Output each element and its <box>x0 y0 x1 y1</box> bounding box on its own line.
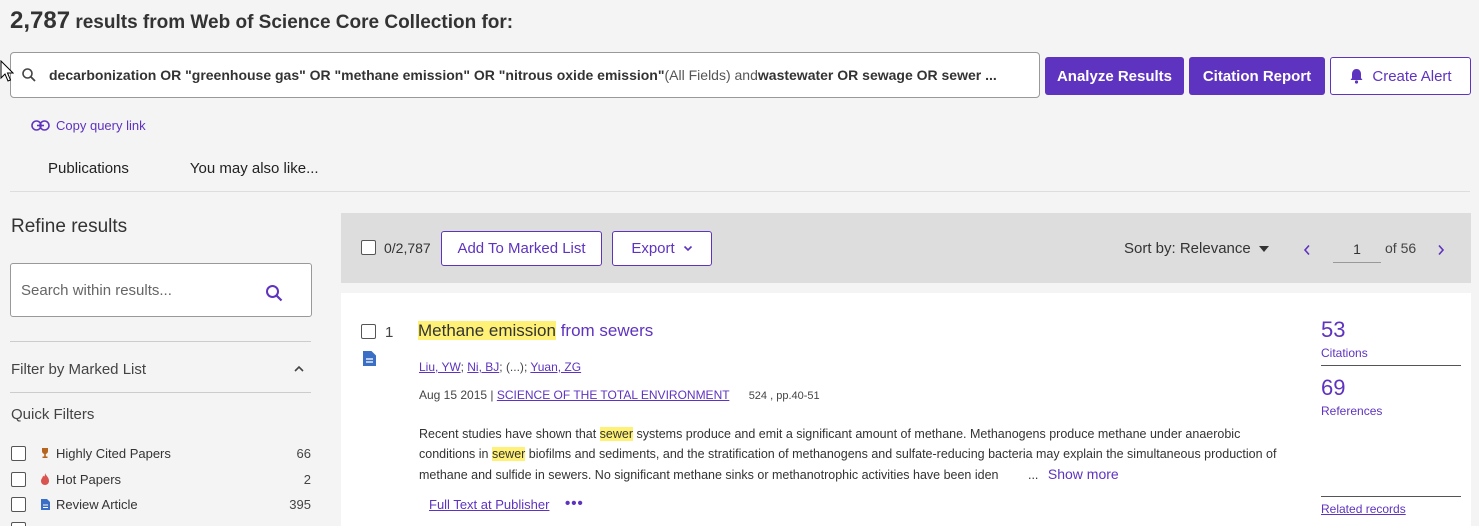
search-icon[interactable] <box>265 284 283 302</box>
query-display[interactable]: decarbonization OR "greenhouse gas" OR "… <box>10 52 1040 98</box>
record-authors: Liu, YW; Ni, BJ; (...); Yuan, ZG <box>419 360 582 374</box>
citations-label[interactable]: Citations <box>1321 346 1368 360</box>
tab-you-may-also-like[interactable]: You may also like... <box>190 160 319 177</box>
export-label: Export <box>631 240 675 257</box>
record-title[interactable]: Methane emission from sewers <box>418 321 653 341</box>
analyze-results-button[interactable]: Analyze Results <box>1045 57 1184 95</box>
document-icon <box>363 351 376 366</box>
query-terms-2: wastewater OR sewage OR sewer ... <box>757 67 997 83</box>
quick-filter-partial[interactable] <box>11 518 311 526</box>
chevron-down-icon <box>683 245 692 252</box>
document-icon <box>36 498 54 511</box>
record-number: 1 <box>385 324 394 341</box>
link-icon <box>31 120 50 131</box>
checkbox[interactable] <box>11 471 26 487</box>
metric-divider <box>1321 496 1461 497</box>
select-all-checkbox[interactable] <box>361 240 376 255</box>
checkbox[interactable] <box>11 521 26 526</box>
results-header: 2,787 results from Web of Science Core C… <box>10 7 513 35</box>
bell-icon <box>1350 69 1363 84</box>
quick-filter-review-article[interactable]: Review Article 395 <box>11 493 311 515</box>
query-field: (All Fields) and <box>664 67 758 83</box>
author-ellipsis: (...) <box>505 360 524 374</box>
sort-label: Sort by: Relevance <box>1124 240 1251 257</box>
abstract-text: Recent studies have shown that <box>419 427 600 441</box>
quick-filter-hot-papers[interactable]: Hot Papers 2 <box>11 468 311 490</box>
results-toolbar: 0/2,787 Add To Marked List Export Sort b… <box>341 213 1471 283</box>
page-number-input[interactable] <box>1333 235 1381 263</box>
show-more-link[interactable]: Show more <box>1048 466 1119 482</box>
query-terms-1: decarbonization OR "greenhouse gas" OR "… <box>49 67 665 83</box>
flame-icon <box>36 472 54 486</box>
result-tabs: Publications You may also like... <box>48 160 319 177</box>
related-records-link[interactable]: Related records <box>1321 502 1406 516</box>
trophy-icon <box>36 447 54 459</box>
filter-marked-label: Filter by Marked List <box>11 361 147 378</box>
chevron-up-icon[interactable] <box>293 365 305 373</box>
journal-link[interactable]: SCIENCE OF THE TOTAL ENVIRONMENT <box>497 388 729 402</box>
record-pages: 524 , pp.40-51 <box>748 390 820 402</box>
quick-filter-highly-cited[interactable]: Highly Cited Papers 66 <box>11 442 311 464</box>
abstract-highlight: sewer <box>491 447 526 461</box>
results-header-text: results from Web of Science Core Collect… <box>70 12 514 33</box>
next-page-icon[interactable] <box>1437 244 1445 256</box>
search-within-input[interactable]: Search within results... <box>10 263 312 317</box>
tab-publications[interactable]: Publications <box>48 160 129 177</box>
tab-divider <box>10 191 1470 192</box>
citation-report-button[interactable]: Citation Report <box>1189 57 1325 95</box>
more-options-icon[interactable]: ••• <box>565 495 584 512</box>
refine-results-title: Refine results <box>11 216 128 237</box>
results-count: 2,787 <box>10 7 71 34</box>
abstract-text: biofilms and sediments, and the stratifi… <box>419 447 1277 482</box>
search-within-placeholder: Search within results... <box>21 281 172 299</box>
sort-dropdown[interactable]: Sort by: Relevance <box>1124 240 1269 257</box>
title-rest: from sewers <box>555 321 654 340</box>
total-pages: of 56 <box>1385 240 1417 256</box>
checkbox[interactable] <box>11 496 26 512</box>
create-alert-button[interactable]: Create Alert <box>1330 57 1471 95</box>
create-alert-label: Create Alert <box>1372 67 1452 85</box>
record-source: Aug 15 2015 | SCIENCE OF THE TOTAL ENVIR… <box>419 388 820 402</box>
export-button[interactable]: Export <box>612 231 712 266</box>
marked-count: 0/2,787 <box>384 240 431 256</box>
references-label[interactable]: References <box>1321 404 1382 418</box>
record-abstract: Recent studies have shown that sewer sys… <box>419 424 1284 485</box>
add-to-marked-list-button[interactable]: Add To Marked List <box>441 231 602 266</box>
citations-count[interactable]: 53 <box>1321 317 1345 343</box>
record-checkbox[interactable] <box>361 324 376 339</box>
quick-filter-count: 66 <box>296 445 311 461</box>
checkbox[interactable] <box>11 445 26 461</box>
mouse-cursor-icon <box>0 60 14 82</box>
quick-filter-label: Review Article <box>56 496 138 512</box>
sidebar-divider <box>10 341 311 342</box>
copy-query-link-label: Copy query link <box>56 118 146 133</box>
search-icon <box>22 68 36 82</box>
author-link[interactable]: Liu, YW <box>419 360 461 374</box>
abstract-ellipsis: ... <box>1027 468 1039 482</box>
quick-filters-title: Quick Filters <box>11 406 95 423</box>
result-record: 1 Methane emission from sewers Liu, YW; … <box>341 293 1471 526</box>
title-highlight: Methane emission <box>418 321 556 340</box>
quick-filter-count: 395 <box>289 496 311 512</box>
author-link[interactable]: Yuan, ZG <box>530 360 581 374</box>
previous-page-icon[interactable] <box>1303 244 1311 256</box>
quick-filter-label: Hot Papers <box>56 471 122 487</box>
sidebar-divider <box>10 392 311 393</box>
full-text-link[interactable]: Full Text at Publisher <box>429 497 549 512</box>
author-link[interactable]: Ni, BJ <box>467 360 499 374</box>
record-date: Aug 15 2015 | <box>419 388 497 402</box>
copy-query-link[interactable]: Copy query link <box>31 118 146 133</box>
references-count[interactable]: 69 <box>1321 375 1345 401</box>
filter-by-marked-list[interactable]: Filter by Marked List <box>11 361 311 378</box>
quick-filter-label: Highly Cited Papers <box>56 445 171 461</box>
metric-divider <box>1321 365 1461 366</box>
abstract-highlight: sewer <box>599 427 634 441</box>
caret-down-icon <box>1258 246 1269 253</box>
quick-filter-count: 2 <box>303 471 311 487</box>
